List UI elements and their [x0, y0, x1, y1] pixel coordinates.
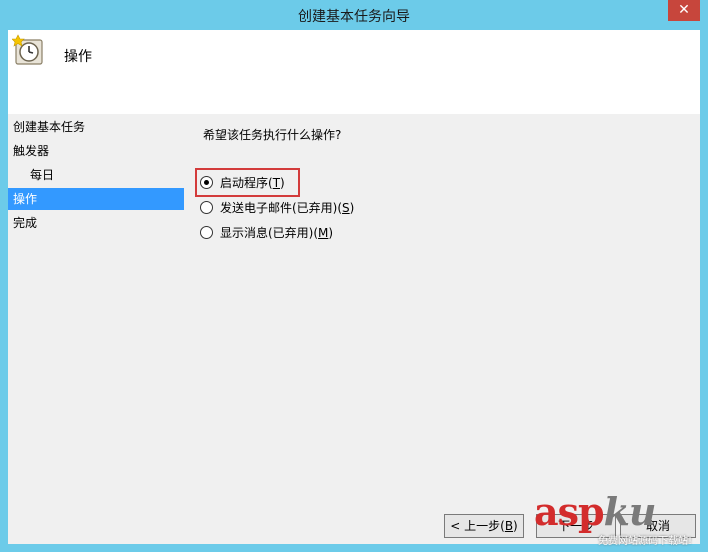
clock-icon [12, 34, 43, 65]
radio-show-message[interactable] [200, 226, 213, 239]
radio-start-program[interactable] [200, 176, 213, 189]
option-suffix: ) [349, 201, 355, 215]
option-send-email[interactable]: 发送电子邮件(已弃用)(S) [200, 198, 354, 218]
option-suffix: ) [328, 226, 334, 240]
step-create-basic-task[interactable]: 创建基本任务 [8, 116, 184, 138]
page-title: 操作 [64, 49, 92, 65]
step-daily[interactable]: 每日 [8, 164, 184, 186]
option-show-message[interactable]: 显示消息(已弃用)(M) [200, 223, 333, 243]
back-label: < 上一步( [450, 519, 505, 533]
option-suffix: ) [280, 176, 285, 190]
watermark-logo: aspku 免费网站源码下载站! [534, 492, 700, 548]
step-trigger[interactable]: 触发器 [8, 140, 184, 162]
wizard-header: 操作 [8, 30, 700, 114]
option-hotkey: M [318, 226, 329, 240]
close-button[interactable]: ✕ [668, 0, 700, 21]
back-suffix: ) [513, 519, 518, 533]
window-title: 创建基本任务向导 [298, 9, 410, 25]
option-start-program[interactable]: 启动程序(T) [200, 173, 285, 193]
option-hotkey: T [272, 176, 281, 190]
radio-send-email[interactable] [200, 201, 213, 214]
wizard-frame: 操作 创建基本任务 触发器 每日 操作 完成 希望该任务执行什么操作? 启动程序… [8, 30, 700, 544]
option-hotkey: S [342, 201, 350, 215]
wizard-steps: 创建基本任务 触发器 每日 操作 完成 [8, 114, 186, 544]
title-bar[interactable]: 创建基本任务向导 ✕ [0, 0, 708, 30]
watermark-red: asp [534, 489, 605, 534]
action-question: 希望该任务执行什么操作? [203, 128, 342, 142]
back-hotkey: B [504, 519, 514, 533]
step-action[interactable]: 操作 [8, 188, 184, 210]
wizard-content: 希望该任务执行什么操作? 启动程序(T) 发送电子邮件(已弃用)(S) 显示消息… [186, 114, 700, 494]
option-label: 发送电子邮件(已弃用)( [220, 201, 343, 215]
watermark-grey: ku [603, 489, 657, 534]
watermark-subtitle: 免费网站源码下载站! [598, 536, 693, 547]
option-label: 显示消息(已弃用)( [220, 226, 319, 240]
step-finish[interactable]: 完成 [8, 212, 184, 234]
back-button[interactable]: < 上一步(B) [444, 514, 524, 538]
option-label: 启动程序( [220, 176, 273, 190]
